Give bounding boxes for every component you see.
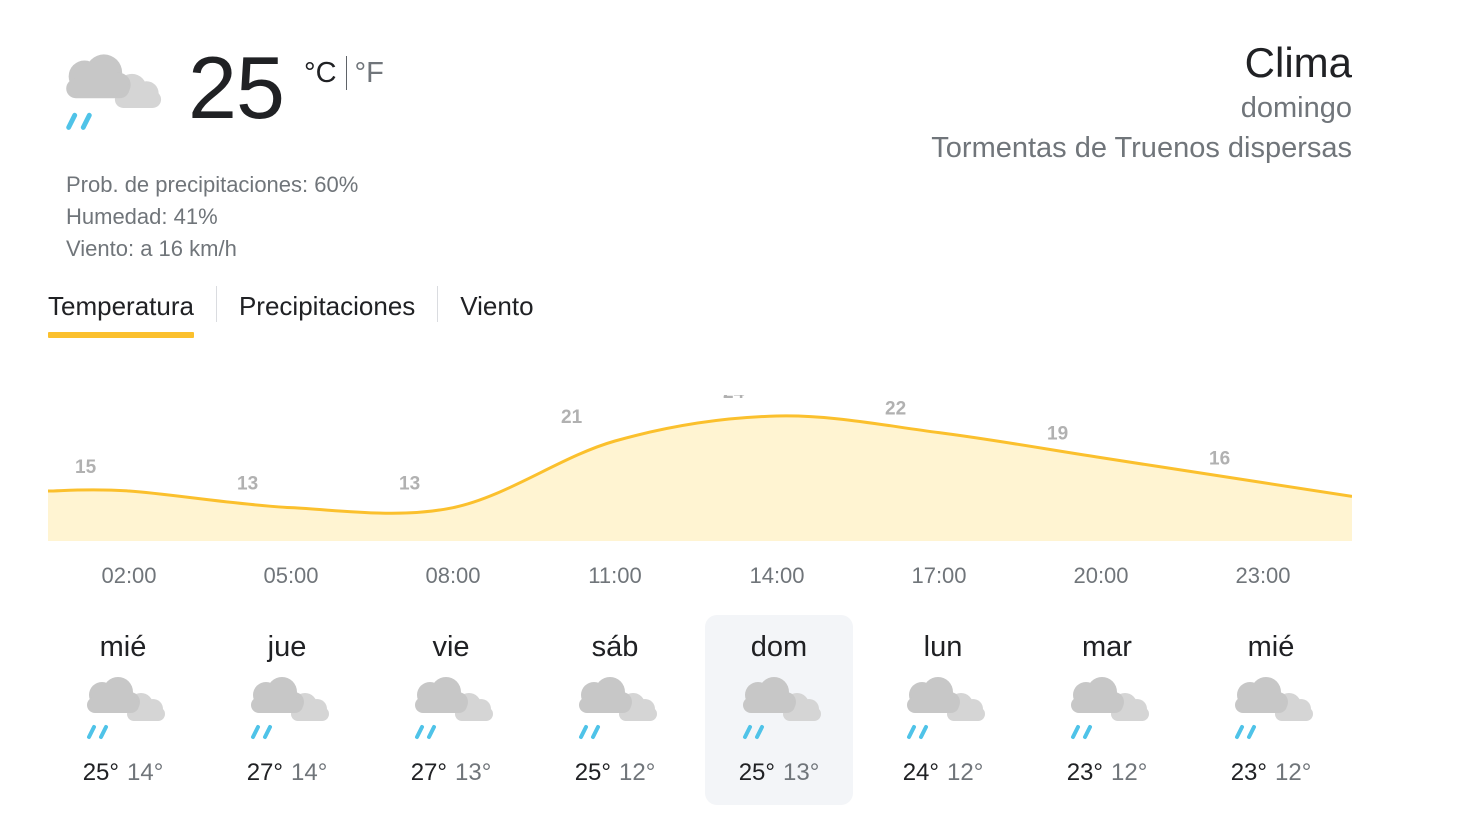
page-title: Clima [1244, 39, 1352, 86]
low-temp: 13° [783, 759, 820, 786]
temperature-data-label: 21 [561, 407, 583, 428]
tab-divider [215, 286, 217, 322]
day-card[interactable]: mar 23° 12° [1033, 615, 1181, 805]
rain-cloud-icon [85, 675, 167, 739]
unit-toggle: °C °F [304, 56, 384, 90]
weather-condition: Tormentas de Truenos dispersas [931, 132, 1352, 164]
low-temp: 13° [455, 759, 492, 786]
chart-tabs: Temperatura Precipitaciones Viento [48, 286, 534, 338]
low-temp: 12° [1111, 759, 1148, 786]
temperature-data-label: 15 [75, 457, 97, 478]
low-temp: 12° [1275, 759, 1312, 786]
day-name: mié [1247, 631, 1295, 663]
weather-details: Prob. de precipitaciones: 60% Humedad: 4… [66, 169, 358, 265]
day-name: dom [750, 631, 808, 663]
high-temp: 27° [410, 759, 447, 786]
current-temperature: 25 [188, 38, 285, 137]
temperature-data-label: 13 [237, 474, 258, 495]
temperature-data-label: 22 [885, 399, 906, 420]
rain-cloud-icon [741, 675, 823, 739]
day-card-selected[interactable]: dom 25° 13° [705, 615, 853, 805]
rain-cloud-icon [66, 54, 162, 130]
low-temp: 14° [127, 759, 164, 786]
day-name: lun [923, 631, 963, 663]
low-temp: 12° [947, 759, 984, 786]
temperature-data-label: 19 [1047, 424, 1068, 445]
day-name: mié [99, 631, 147, 663]
tab-divider [437, 286, 439, 322]
day-name: jue [267, 631, 307, 663]
hour-tick-label: 14:00 [749, 563, 805, 588]
temperature-data-label: 13 [399, 474, 420, 495]
high-temp: 27° [246, 759, 283, 786]
hour-tick-label: 11:00 [588, 563, 642, 588]
hour-tick-label: 02:00 [101, 563, 157, 588]
day-card[interactable]: mié 25° 14° [49, 615, 197, 805]
hour-tick-label: 05:00 [263, 563, 319, 588]
day-name: sáb [591, 631, 639, 663]
unit-divider [345, 56, 347, 90]
low-temp: 12° [619, 759, 656, 786]
rain-cloud-icon [577, 675, 659, 739]
day-card[interactable]: mié 23° 12° [1197, 615, 1345, 805]
day-name: mar [1082, 631, 1132, 663]
high-temp: 25° [82, 759, 119, 786]
hour-tick-label: 20:00 [1073, 563, 1129, 588]
daily-forecast: mié 25° 14° jue 27° 14° vie 27° 13° sáb 25°… [40, 615, 1360, 807]
tab-temperature[interactable]: Temperatura [48, 286, 194, 338]
day-name: vie [432, 631, 470, 663]
high-temp: 23° [1230, 759, 1267, 786]
humidity: Humedad: 41% [66, 204, 218, 229]
low-temp: 14° [291, 759, 328, 786]
selected-day: domingo [1240, 92, 1352, 124]
hour-axis: 02:00 05:00 08:00 11:00 14:00 17:00 20:0… [48, 563, 1352, 597]
weather-header: Clima domingo Tormentas de Truenos dispe… [931, 38, 1352, 168]
day-card[interactable]: vie 27° 13° [377, 615, 525, 805]
day-card[interactable]: sáb 25° 12° [541, 615, 689, 805]
hour-tick-label: 17:00 [911, 563, 967, 588]
high-temp: 23° [1066, 759, 1103, 786]
temperature-data-label: 16 [1209, 449, 1230, 470]
rain-cloud-icon [1069, 675, 1151, 739]
day-card[interactable]: lun 24° 12° [869, 615, 1017, 805]
rain-cloud-icon [1233, 675, 1315, 739]
tab-precipitation[interactable]: Precipitaciones [239, 286, 415, 334]
hour-tick-label: 23:00 [1235, 563, 1291, 588]
fahrenheit-toggle[interactable]: °F [355, 57, 384, 90]
rain-cloud-icon [413, 675, 495, 739]
temperature-chart: 15 13 13 21 24 22 19 16 [48, 395, 1352, 541]
rain-cloud-icon [905, 675, 987, 739]
temperature-data-label: 24 [723, 395, 745, 403]
hour-tick-label: 08:00 [425, 563, 481, 588]
wind-speed: Viento: a 16 km/h [66, 236, 237, 261]
high-temp: 24° [902, 759, 939, 786]
high-temp: 25° [574, 759, 611, 786]
day-card[interactable]: jue 27° 14° [213, 615, 361, 805]
rain-cloud-icon [249, 675, 331, 739]
precipitation-chance: Prob. de precipitaciones: 60% [66, 172, 359, 197]
high-temp: 25° [738, 759, 775, 786]
celsius-toggle[interactable]: °C [304, 57, 337, 90]
tab-wind[interactable]: Viento [460, 286, 533, 334]
